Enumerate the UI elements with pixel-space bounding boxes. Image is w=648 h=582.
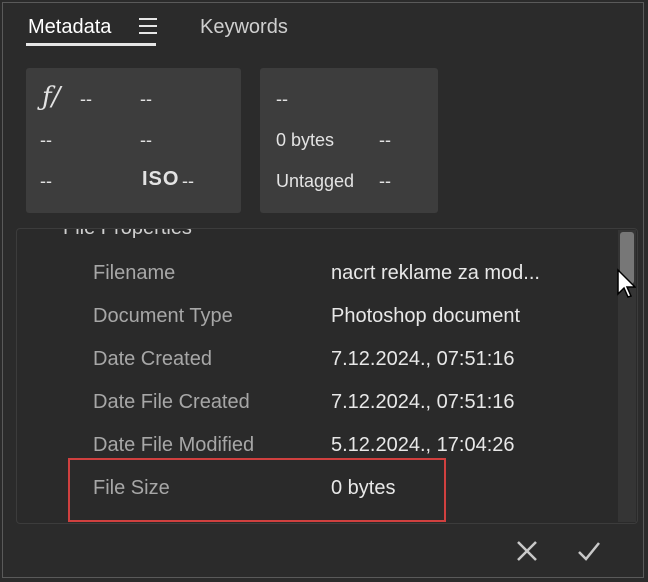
section-title-file-properties[interactable]: File Properties	[63, 229, 192, 240]
file-size-highlight-box	[68, 458, 446, 522]
property-value[interactable]: 7.12.2024., 07:51:16	[331, 391, 515, 414]
property-label: Date File Modified	[93, 434, 255, 456]
focal-length-value: --	[40, 171, 52, 191]
file-info-panel: -- 0 bytes -- Untagged --	[260, 68, 438, 213]
panel-menu-icon[interactable]	[139, 18, 157, 34]
active-tab-underline	[26, 43, 156, 46]
resolution-value: --	[379, 130, 391, 150]
property-row-filename: Filename nacrt reklame za mod...	[17, 262, 617, 302]
tab-metadata[interactable]: Metadata	[28, 16, 111, 39]
property-label: Date File Created	[93, 391, 250, 413]
tab-bar: Metadata Keywords	[0, 0, 648, 50]
exposure-value: --	[40, 130, 52, 150]
exposure-bias-value: --	[140, 130, 152, 150]
bit-depth-value: --	[379, 171, 391, 191]
property-label: Filename	[93, 262, 176, 284]
property-label: Date Created	[93, 348, 212, 370]
file-size-value: 0 bytes	[276, 130, 335, 150]
tab-keywords[interactable]: Keywords	[200, 16, 288, 39]
close-icon[interactable]	[514, 538, 540, 564]
shutter-value: --	[140, 89, 152, 109]
checkmark-icon[interactable]	[576, 538, 602, 564]
property-value[interactable]: 7.12.2024., 07:51:16	[331, 348, 515, 371]
property-row-document-type: Document Type Photoshop document	[17, 305, 617, 345]
iso-value: --	[182, 171, 194, 191]
aperture-icon: ƒ/	[42, 82, 61, 112]
color-profile-value: Untagged	[276, 171, 355, 191]
property-label: Document Type	[93, 305, 233, 327]
dimensions-value: --	[276, 89, 288, 109]
property-row-date-file-created: Date File Created 7.12.2024., 07:51:16	[17, 391, 617, 431]
camera-info-panel: ƒ/ -- -- -- -- -- ISO --	[26, 68, 241, 213]
property-value[interactable]: nacrt reklame za mod...	[331, 262, 540, 285]
iso-icon: ISO	[142, 168, 180, 190]
aperture-value: --	[80, 89, 92, 109]
property-value[interactable]: Photoshop document	[331, 305, 520, 328]
mouse-cursor-icon	[617, 268, 636, 298]
property-row-date-created: Date Created 7.12.2024., 07:51:16	[17, 348, 617, 388]
property-value[interactable]: 5.12.2024., 17:04:26	[331, 434, 515, 457]
